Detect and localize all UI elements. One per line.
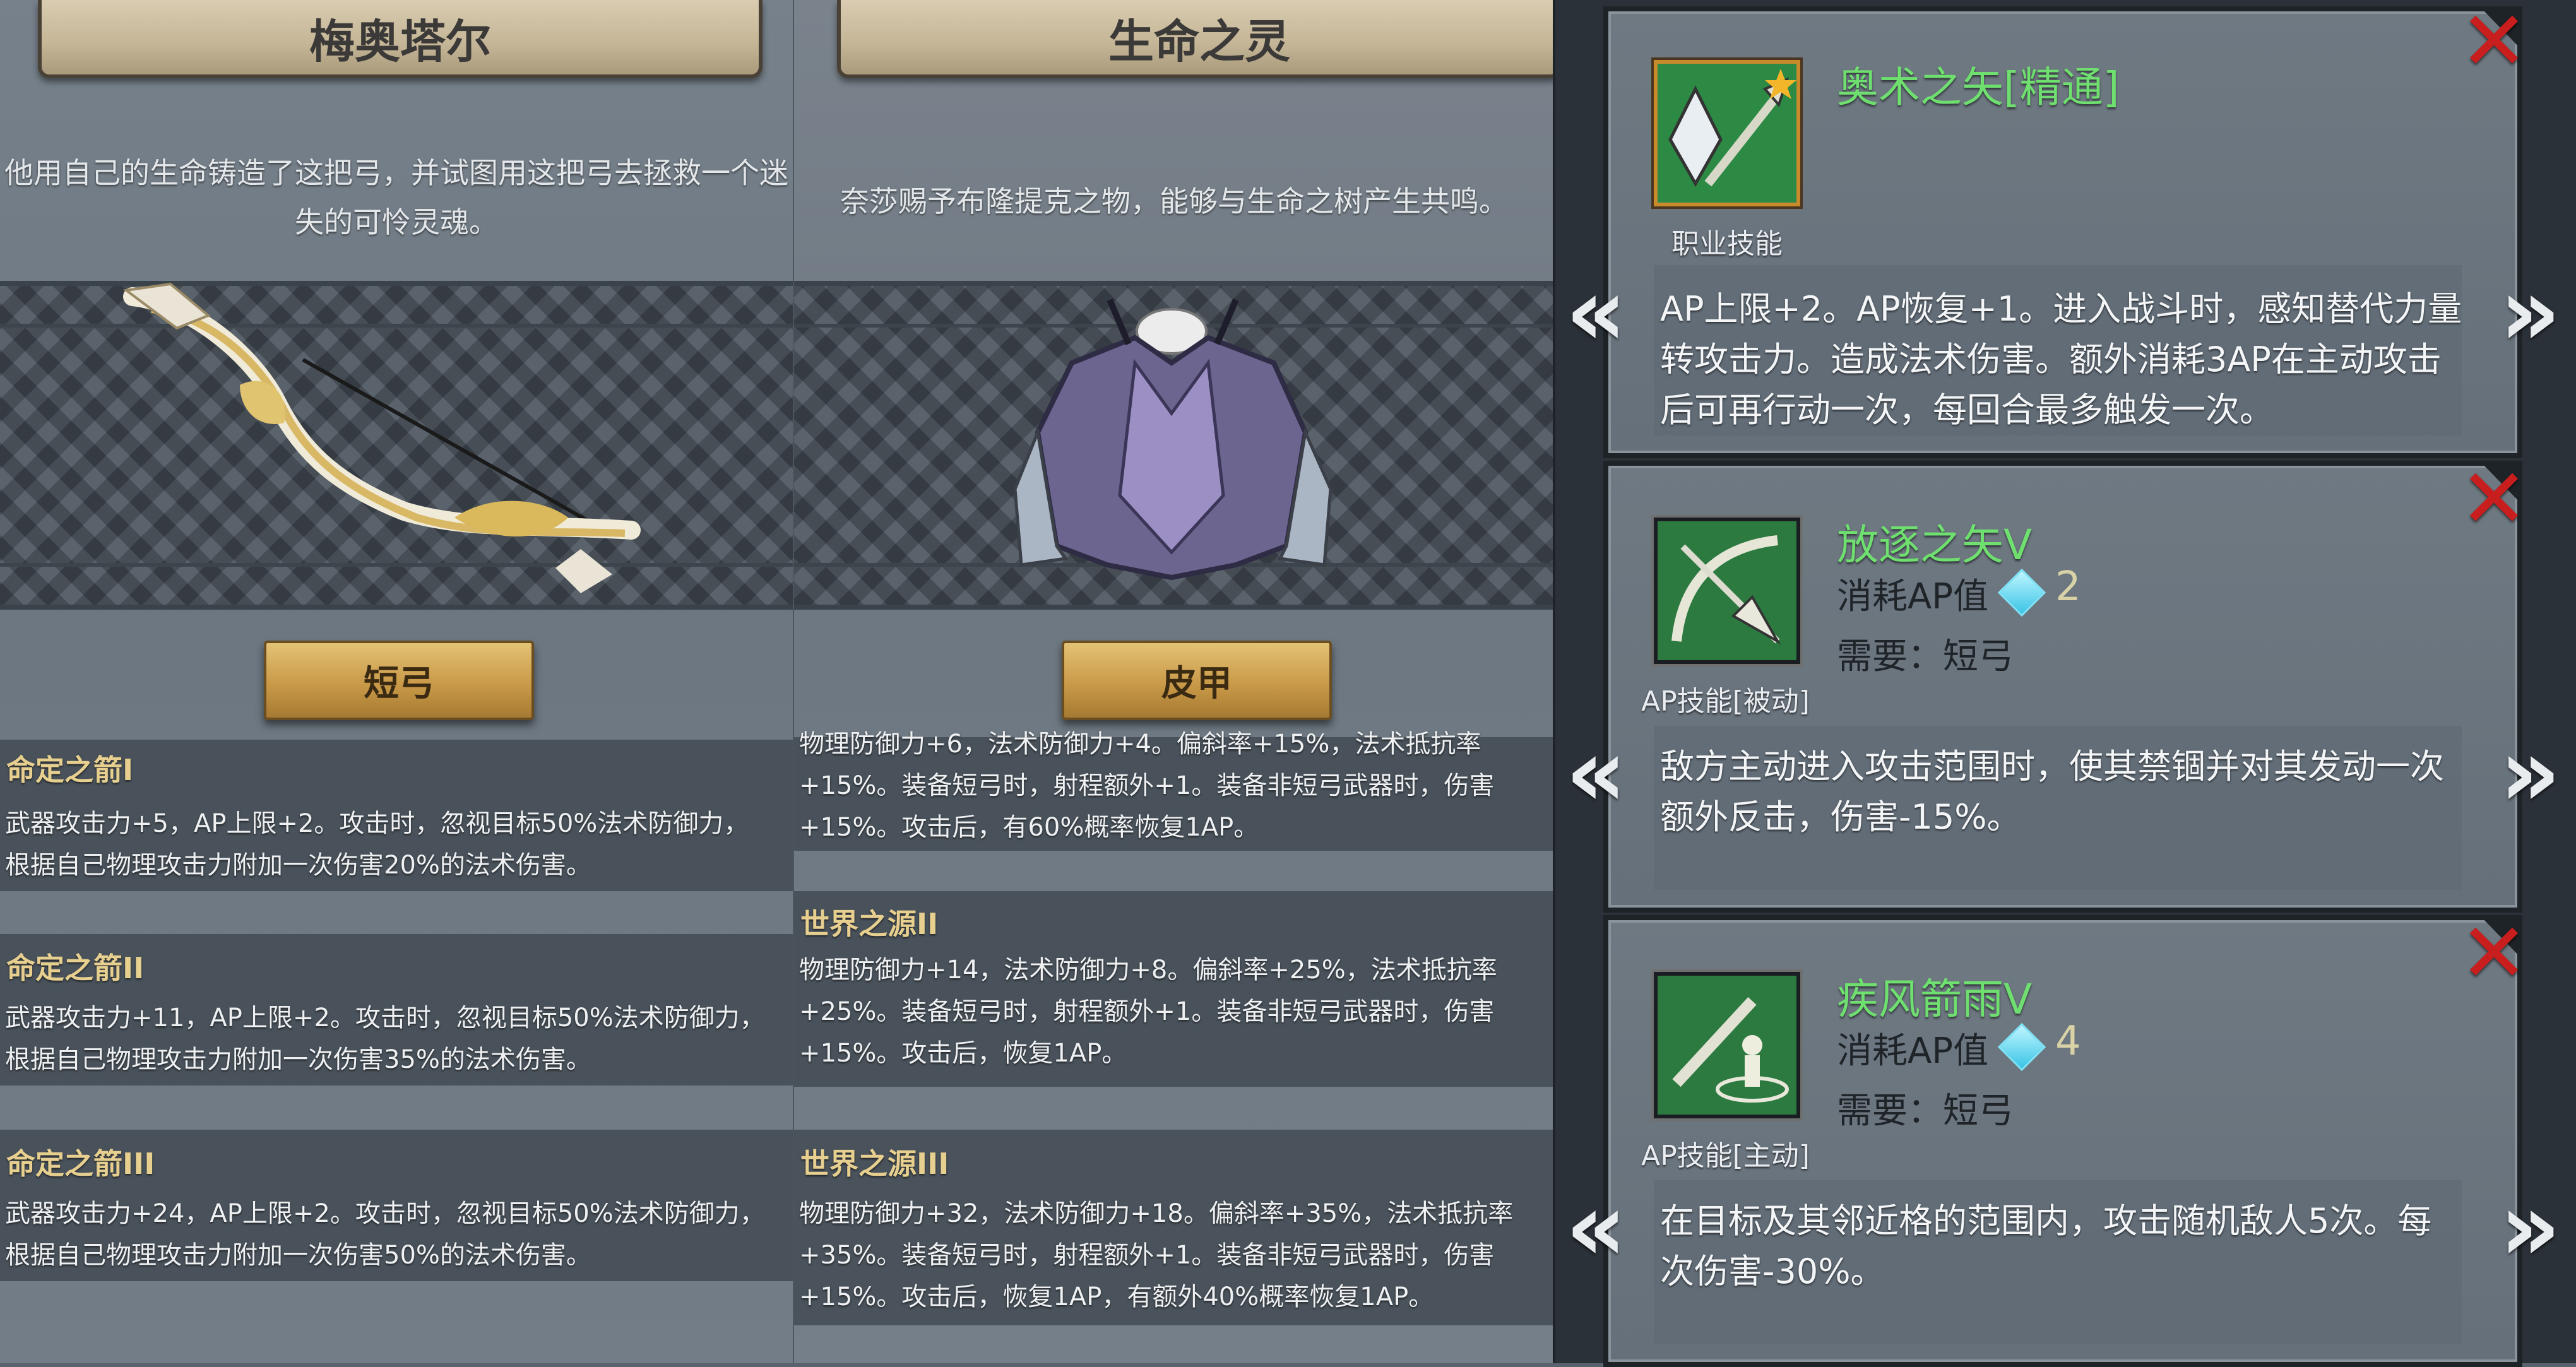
level-block: 命定之箭III 武器攻击力+24，AP上限+2。攻击时，忽视目标50%法术防御力… (0, 1130, 793, 1281)
level-block: 世界之源II 物理防御力+14，法术防御力+8。偏斜率+25%，法术抵抗率 +2… (794, 891, 1554, 1087)
item-type-label: 皮甲 (1161, 663, 1232, 704)
ap-cost-label: 消耗AP值 (1837, 1031, 1989, 1072)
description-line: 他用自己的生命铸造了这把弓，并试图用这把弓去拯救一个迷 (4, 156, 788, 190)
level-line: 武器攻击力+5，AP上限+2。攻击时，忽视目标50%法术防御力， (5, 809, 749, 838)
skill-desc-line: 在目标及其邻近格的范围内，攻击随机敌人5次。每 (1660, 1201, 2432, 1241)
level-title: 世界之源II (800, 907, 939, 941)
level-block: 世界之源III 物理防御力+32，法术防御力+18。偏斜率+35%，法术抵抗率 … (794, 1130, 1554, 1325)
skill-kind-label: AP技能[被动] (1641, 685, 1810, 718)
level-text: 物理防御力+32，法术防御力+18。偏斜率+35%，法术抵抗率 +35%。装备短… (799, 1193, 1548, 1318)
level-line: +15%。装备短弓时，射程额外+1。装备非短弓武器时，伤害 (799, 771, 1495, 800)
level-block: 命定之箭I 武器攻击力+5，AP上限+2。攻击时，忽视目标50%法术防御力， 根… (0, 740, 793, 891)
skill-desc-line: 敌方主动进入攻击范围时，使其禁锢并对其发动一次 (1660, 747, 2444, 786)
arcane-arrow-icon (1654, 60, 1800, 206)
skill-name: 奥术之矢[精通] (1837, 63, 2120, 112)
skill-requirement: 需要：短弓 (1837, 636, 2014, 677)
banish-arrow-icon (1654, 518, 1800, 664)
description-line: 奈莎赐予布隆提克之物，能够与生命之树产生共鸣。 (840, 184, 1508, 218)
skill-description: AP上限+2。AP恢复+1。进入战斗时，感知替代力量 转攻击力。造成法术伤害。额… (1660, 284, 2462, 435)
next-skill-arrow-icon[interactable]: » (2500, 265, 2561, 360)
level-block: 命定之箭II 武器攻击力+11，AP上限+2。攻击时，忽视目标50%法术防御力，… (0, 934, 793, 1086)
skill-desc-line: 次伤害-30%。 (1660, 1252, 1885, 1291)
skill-kind-label: AP技能[主动] (1641, 1140, 1810, 1172)
level-line: 物理防御力+32，法术防御力+18。偏斜率+35%，法术抵抗率 (799, 1199, 1514, 1228)
bow-image (122, 282, 641, 593)
item-panel-bow: 梅奥塔尔 他用自己的生命铸造了这把弓，并试图用这把弓去拯救一个迷 失的可怜灵魂。… (0, 0, 793, 1363)
level-line: +15%。攻击后，有60%概率恢复1AP。 (799, 813, 1259, 842)
skill-desc-line: 后可再行动一次，每回合最多触发一次。 (1660, 390, 2274, 430)
level-line: 武器攻击力+11，AP上限+2。攻击时，忽视目标50%法术防御力， (5, 1003, 765, 1033)
item-type-button[interactable]: 皮甲 (1062, 641, 1332, 720)
ap-cost-value: 4 (2055, 1018, 2081, 1065)
skill-description: 在目标及其邻近格的范围内，攻击随机敌人5次。每 次伤害-30%。 (1660, 1196, 2431, 1297)
skill-desc-line: 额外反击，伤害-15%。 (1660, 797, 2021, 837)
level-line: 物理防御力+14，法术防御力+8。偏斜率+25%，法术抵抗率 (799, 956, 1497, 985)
description-line: 失的可怜灵魂。 (295, 205, 498, 239)
skill-description: 敌方主动进入攻击范围时，使其禁锢并对其发动一次 额外反击，伤害-15%。 (1660, 742, 2444, 843)
level-line: +35%。装备短弓时，射程额外+1。装备非短弓武器时，伤害 (799, 1241, 1495, 1270)
item-description: 奈莎赐予布隆提克之物，能够与生命之树产生共鸣。 (794, 177, 1554, 226)
item-panel-armor: 生命之灵 奈莎赐予布隆提克之物，能够与生命之树产生共鸣。 皮甲 物理防御力+6，… (793, 0, 1554, 1363)
skill-name: 疾风箭雨V (1837, 975, 2033, 1024)
close-icon[interactable]: ✕ (2459, 458, 2529, 540)
prev-skill-arrow-icon[interactable]: « (1565, 1180, 1627, 1275)
skill-desc-line: 转攻击力。造成法术伤害。额外消耗3AP在主动攻击 (1660, 340, 2442, 379)
level-line: 根据自己物理攻击力附加一次伤害20%的法术伤害。 (5, 851, 591, 880)
skill-requirement: 需要：短弓 (1837, 1091, 2014, 1132)
item-description: 他用自己的生命铸造了这把弓，并试图用这把弓去拯救一个迷 失的可怜灵魂。 (0, 148, 793, 247)
item-name: 生命之灵 (1108, 15, 1290, 68)
arrow-rain-icon (1654, 972, 1800, 1118)
level-line: 根据自己物理攻击力附加一次伤害50%的法术伤害。 (5, 1241, 591, 1270)
level-line: +15%。攻击后，恢复1AP。 (799, 1039, 1127, 1068)
item-title-banner: 生命之灵 (837, 0, 1554, 78)
level-line: 武器攻击力+24，AP上限+2。攻击时，忽视目标50%法术防御力， (5, 1199, 765, 1228)
level-title: 命定之箭II (6, 951, 145, 985)
level-line: 物理防御力+6，法术防御力+4。偏斜率+15%，法术抵抗率 (799, 730, 1481, 759)
level-text: 物理防御力+6，法术防御力+4。偏斜率+15%，法术抵抗率 +15%。装备短弓时… (799, 723, 1548, 848)
next-skill-arrow-icon[interactable]: » (2500, 1180, 2561, 1275)
level-text: 武器攻击力+5，AP上限+2。攻击时，忽视目标50%法术防御力， 根据自己物理攻… (5, 803, 786, 886)
ap-cost-label: 消耗AP值 (1837, 576, 1989, 617)
ap-cost-value: 2 (2055, 564, 2081, 610)
prev-skill-arrow-icon[interactable]: « (1565, 726, 1627, 820)
level-line: +15%。攻击后，恢复1AP，有额外40%概率恢复1AP。 (799, 1282, 1434, 1311)
item-type-button[interactable]: 短弓 (264, 641, 534, 720)
level-line: 根据自己物理攻击力附加一次伤害35%的法术伤害。 (5, 1045, 591, 1074)
item-type-label: 短弓 (364, 663, 434, 704)
item-title-banner: 梅奥塔尔 (38, 0, 763, 78)
level-text: 武器攻击力+11，AP上限+2。攻击时，忽视目标50%法术防御力， 根据自己物理… (5, 997, 786, 1080)
level-title: 世界之源III (800, 1147, 949, 1181)
level-text: 武器攻击力+24，AP上限+2。攻击时，忽视目标50%法术防御力， 根据自己物理… (5, 1193, 786, 1276)
level-text: 物理防御力+14，法术防御力+8。偏斜率+25%，法术抵抗率 +25%。装备短弓… (799, 949, 1548, 1074)
level-title: 命定之箭I (6, 753, 134, 787)
close-icon[interactable]: ✕ (2459, 0, 2529, 82)
level-title: 命定之箭III (6, 1147, 155, 1181)
item-name: 梅奥塔尔 (309, 15, 491, 68)
level-block-partial: 物理防御力+6，法术防御力+4。偏斜率+15%，法术抵抗率 +15%。装备短弓时… (794, 730, 1554, 851)
close-icon[interactable]: ✕ (2459, 912, 2529, 994)
armor-image (1013, 299, 1333, 581)
skill-name: 放逐之矢V (1837, 521, 2033, 569)
level-line: +25%。装备短弓时，射程额外+1。装备非短弓武器时，伤害 (799, 997, 1495, 1026)
skill-kind-label: 职业技能 (1671, 228, 1783, 260)
prev-skill-arrow-icon[interactable]: « (1565, 265, 1627, 360)
next-skill-arrow-icon[interactable]: » (2500, 726, 2561, 820)
skill-desc-line: AP上限+2。AP恢复+1。进入战斗时，感知替代力量 (1660, 289, 2462, 329)
